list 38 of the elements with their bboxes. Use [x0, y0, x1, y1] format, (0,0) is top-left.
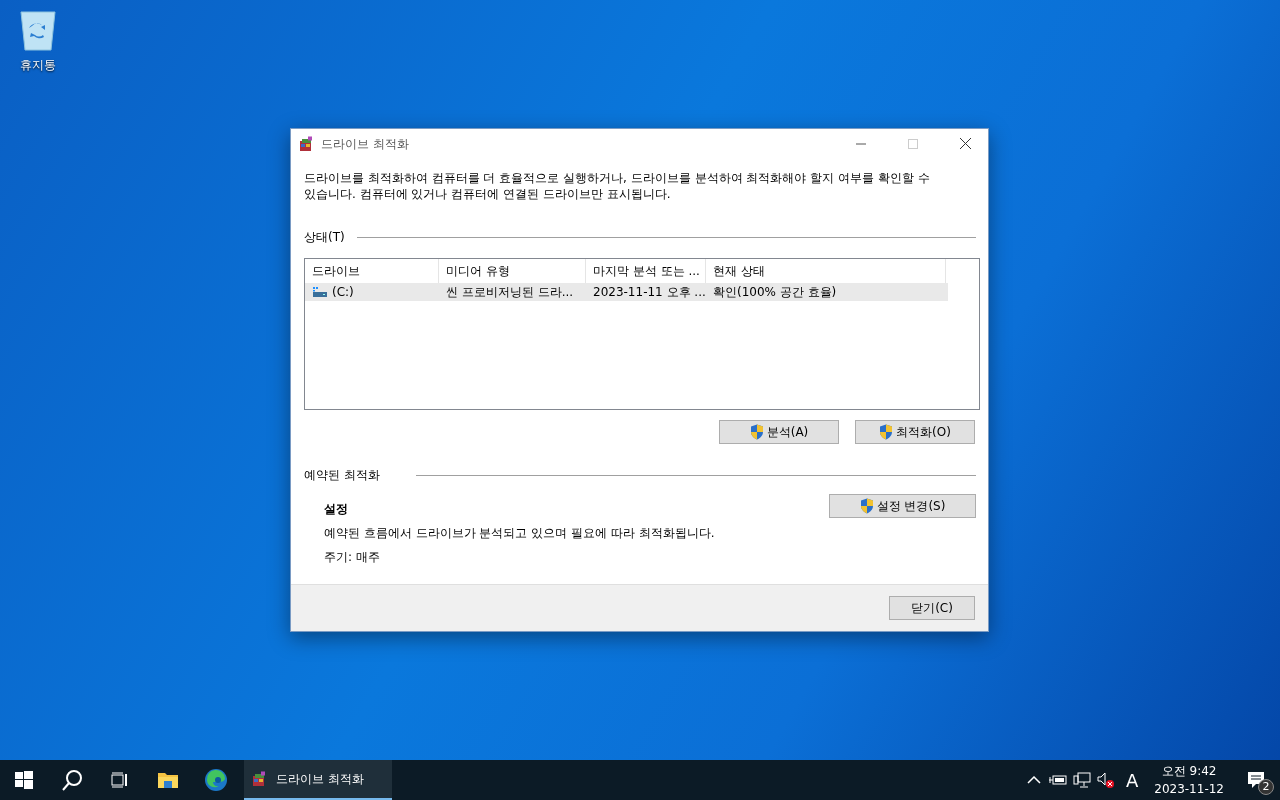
shield-icon [749, 424, 764, 440]
action-button[interactable]: 최적화(O) [855, 420, 975, 444]
section-heading: 상태(T) [304, 229, 345, 246]
clock-date[interactable]: 2023-11-12 [1154, 780, 1224, 798]
table-cell-text: 씬 프로비저닝된 드라... [446, 284, 574, 301]
section-heading: 예약된 최적화 [304, 467, 380, 484]
clock-time[interactable]: 오전 9:42 [1161, 762, 1217, 780]
shield-icon [859, 498, 874, 514]
drive-icon [312, 286, 328, 298]
frequency-text: 주기: 매주 [324, 549, 380, 566]
search-icon [61, 769, 83, 791]
drive-row[interactable]: (C:) 씬 프로비저닝된 드라... 2023-11-11 오후 ... 확인(100% 공간 효율) [305, 283, 948, 301]
notification-count-badge: 2 [1258, 779, 1274, 795]
desktop-icon-label[interactable]: 휴지통 [20, 56, 56, 74]
change-settings-button[interactable]: 설정 변경(S) [829, 494, 976, 518]
schedule-description: 예약된 흐름에서 드라이브가 분석되고 있으며 필요에 따라 최적화됩니다. [324, 525, 715, 542]
maximize-icon [908, 138, 918, 149]
close-icon [959, 138, 971, 149]
close-dialog-button[interactable]: 닫기(C) [889, 596, 975, 620]
task-view-icon [111, 772, 129, 788]
defrag-app-icon [252, 771, 268, 787]
recycle-bin-icon[interactable] [18, 8, 58, 52]
browser-icon [204, 768, 228, 792]
settings-title: 설정 [324, 501, 348, 518]
windows-logo-icon [15, 771, 33, 789]
defrag-app-icon [299, 135, 315, 152]
chevron-up-icon [1027, 776, 1042, 784]
taskbar-app-button[interactable]: 드라이브 최적화 [244, 760, 392, 800]
table-cell-text: 2023-11-11 오후 ... [593, 284, 706, 301]
description-text: 드라이브를 최적화하여 컴퓨터를 더 효율적으로 실행하거나, 드라이브를 분석하여 최적화해야 할지 여부를 확인할 수 있습니다. 컴퓨터에 있거나 컴퓨터에 연결된 드라이브만 표시됩니다. [304, 170, 931, 202]
table-cell-text: (C:) [332, 284, 354, 301]
table-cell-text: 확인(100% 공간 효율) [713, 284, 837, 301]
notification-button[interactable]: 2 [1232, 760, 1280, 800]
folder-icon [157, 771, 179, 789]
window-title: 드라이브 최적화 [321, 135, 410, 153]
input-method-indicator[interactable]: A [1118, 760, 1147, 800]
action-button[interactable]: 분석(A) [719, 420, 839, 444]
shield-icon [879, 424, 894, 440]
